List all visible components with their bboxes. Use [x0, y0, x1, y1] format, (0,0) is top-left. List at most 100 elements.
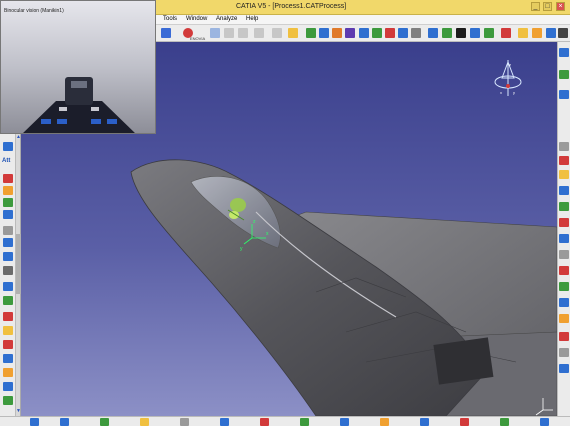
- toolbar-icon[interactable]: [518, 28, 528, 38]
- toolbar-icon[interactable]: [559, 266, 569, 275]
- toolbar-icon[interactable]: [180, 418, 189, 426]
- toolbar-icon[interactable]: [559, 282, 569, 291]
- toolbar-icon[interactable]: [460, 418, 469, 426]
- compass-axis-z: z: [509, 62, 511, 67]
- toolbar-icon[interactable]: [100, 418, 109, 426]
- toolbar-icon[interactable]: [3, 174, 13, 183]
- toolbar-icon[interactable]: [540, 418, 549, 426]
- toolbar-icon[interactable]: [559, 314, 569, 323]
- toolbar-icon[interactable]: [532, 28, 542, 38]
- toolbar-icon[interactable]: [559, 170, 569, 179]
- toolbar-icon[interactable]: [398, 28, 408, 38]
- toolbar-icon[interactable]: [220, 418, 229, 426]
- toolbar-icon[interactable]: [3, 252, 13, 261]
- toolbar-icon[interactable]: [161, 28, 171, 38]
- toolbar-icon[interactable]: [3, 186, 13, 195]
- toolbar-icon[interactable]: [300, 418, 309, 426]
- minimize-button[interactable]: _: [531, 2, 540, 11]
- toolbar-icon[interactable]: [3, 396, 13, 405]
- scroll-down-icon[interactable]: ▼: [16, 408, 21, 414]
- toolbar-icon[interactable]: [559, 142, 569, 151]
- toolbar-icon[interactable]: [306, 28, 316, 38]
- toolbar-icon[interactable]: [3, 296, 13, 305]
- toolbar-icon[interactable]: [272, 28, 282, 38]
- toolbar-icon[interactable]: [559, 250, 569, 259]
- toolbar-icon[interactable]: [559, 48, 569, 57]
- toolbar-icon[interactable]: [3, 238, 13, 247]
- toolbar-icon[interactable]: [501, 28, 511, 38]
- scroll-up-icon[interactable]: ▲: [16, 134, 21, 140]
- right-toolbar: [557, 42, 570, 416]
- toolbar-icon[interactable]: [559, 186, 569, 195]
- toolbar-icon[interactable]: [3, 312, 13, 321]
- toolbar-icon[interactable]: [380, 418, 389, 426]
- toolbar-icon[interactable]: [3, 326, 13, 335]
- toolbar-icon[interactable]: [332, 28, 342, 38]
- menu-window[interactable]: Window: [186, 16, 207, 22]
- toolbar-icon[interactable]: [442, 28, 452, 38]
- toolbar-icon[interactable]: [3, 226, 13, 235]
- toolbar-icon[interactable]: [3, 340, 13, 349]
- toolbar-icon[interactable]: [470, 28, 480, 38]
- toolbar-icon[interactable]: [559, 70, 569, 79]
- toolbar-icon[interactable]: [3, 354, 13, 363]
- toolbar-icon[interactable]: [210, 28, 220, 38]
- toolbar-icon[interactable]: [3, 382, 13, 391]
- toolbar-icon[interactable]: [60, 418, 69, 426]
- toolbar-icon[interactable]: [456, 28, 466, 38]
- toolbar-icon[interactable]: [359, 28, 369, 38]
- toolbar-icon[interactable]: [559, 348, 569, 357]
- toolbar-icon[interactable]: [559, 234, 569, 243]
- toolbar-icon[interactable]: [254, 28, 264, 38]
- toolbar-icon[interactable]: [319, 28, 329, 38]
- toolbar-icon[interactable]: [260, 418, 269, 426]
- menu-tools[interactable]: Tools: [163, 16, 177, 22]
- toolbar-icon[interactable]: [372, 28, 382, 38]
- toolbar-icon[interactable]: [428, 28, 438, 38]
- compass-axis-x: x: [500, 90, 502, 95]
- toolbar-icon[interactable]: [559, 364, 569, 373]
- toolbar-icon[interactable]: [288, 28, 298, 38]
- top-toolbar: ENOVIA: [156, 25, 570, 42]
- toolbar-icon[interactable]: [559, 332, 569, 341]
- compass-icon: x y z: [494, 60, 522, 96]
- scroll-thumb[interactable]: [16, 234, 21, 294]
- toolbar-icon[interactable]: [3, 198, 13, 207]
- menu-analyze[interactable]: Analyze: [216, 16, 237, 22]
- toolbar-icon[interactable]: [559, 298, 569, 307]
- toolbar-icon[interactable]: [559, 156, 569, 165]
- toolbar-icon[interactable]: [500, 418, 509, 426]
- aircraft-intake: [433, 337, 494, 385]
- enovia-label: ENOVIA: [190, 36, 206, 41]
- toolbar-icon[interactable]: [546, 28, 556, 38]
- toolbar-icon[interactable]: [3, 210, 13, 219]
- toolbar-icon[interactable]: [559, 218, 569, 227]
- toolbar-icon[interactable]: [484, 28, 494, 38]
- left-toolbar: Att: [0, 134, 16, 416]
- toolbar-icon[interactable]: [559, 202, 569, 211]
- toolbar-icon[interactable]: [30, 418, 39, 426]
- toolbar-icon[interactable]: [385, 28, 395, 38]
- toolbar-icon[interactable]: [420, 418, 429, 426]
- compass-axis-y: y: [513, 90, 515, 95]
- binocular-vision-window[interactable]: Binocular vision (Manikin1): [0, 0, 156, 134]
- toolbar-icon[interactable]: [140, 418, 149, 426]
- toolbar-icon[interactable]: [224, 28, 234, 38]
- toolbar-icon[interactable]: [559, 90, 569, 99]
- cockpit-view: [23, 77, 135, 133]
- maximize-button[interactable]: □: [543, 2, 552, 11]
- toolbar-icon[interactable]: [411, 28, 421, 38]
- toolbar-icon[interactable]: [3, 266, 13, 275]
- toolbar-icon[interactable]: [3, 368, 13, 377]
- bottom-toolbar: [0, 416, 570, 426]
- close-button[interactable]: ×: [556, 2, 565, 11]
- menu-bar: Tools Window Analyze Help: [156, 15, 570, 25]
- left-scrollbar[interactable]: ▲ ▼: [16, 134, 21, 416]
- toolbar-icon[interactable]: [340, 418, 349, 426]
- toolbar-icon[interactable]: [238, 28, 248, 38]
- toolbar-icon[interactable]: [3, 282, 13, 291]
- toolbar-icon[interactable]: [345, 28, 355, 38]
- menu-help[interactable]: Help: [246, 16, 258, 22]
- toolbar-icon[interactable]: [558, 28, 568, 38]
- toolbar-icon[interactable]: [3, 142, 13, 151]
